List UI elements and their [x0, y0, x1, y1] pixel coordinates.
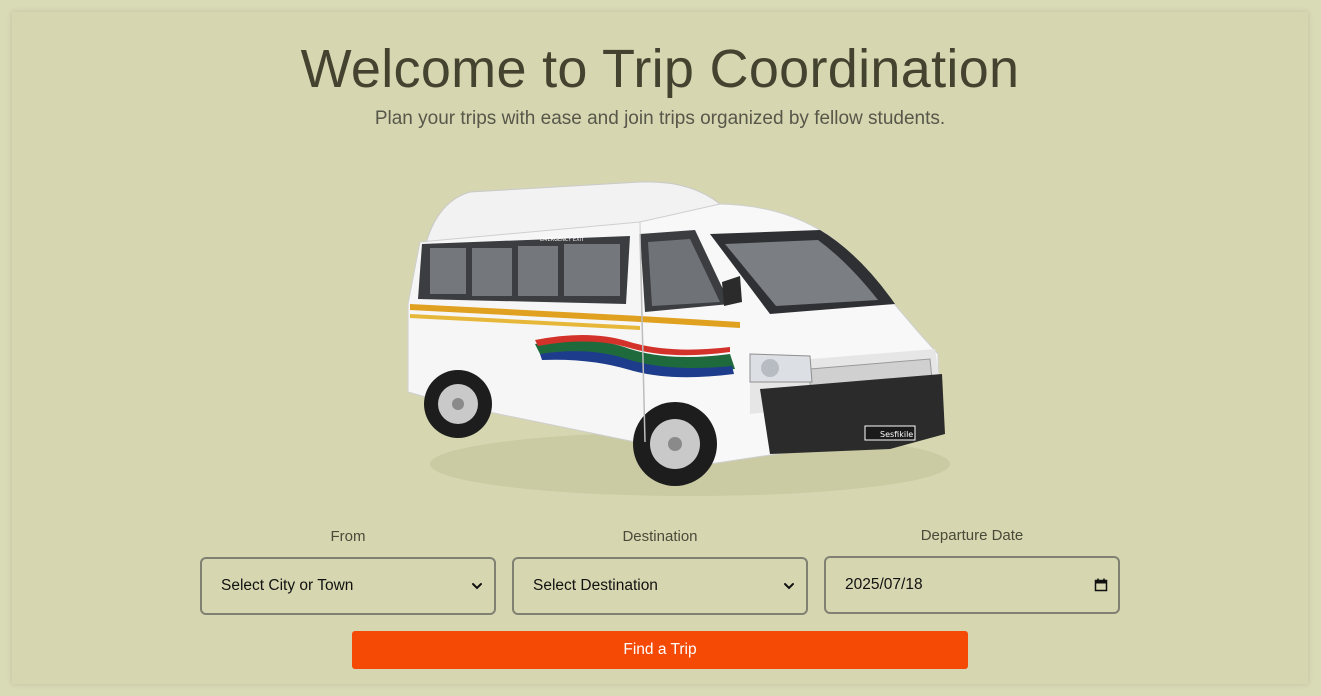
from-label: From — [330, 528, 366, 545]
page-title: Welcome to Trip Coordination — [300, 39, 1020, 99]
destination-select[interactable]: Select Destination — [512, 557, 808, 615]
from-select[interactable]: Select City or Town — [200, 557, 496, 615]
departure-date-label: Departure Date — [920, 527, 1024, 544]
chevron-down-icon — [784, 583, 794, 590]
page-subtitle: Plan your trips with ease and join trips… — [374, 108, 946, 129]
departure-date-input[interactable]: 2025/07/18 — [824, 556, 1120, 614]
main-card: Welcome to Trip Coordination Plan your t… — [12, 12, 1308, 684]
minibus-image: EMERGENCY EXIT Sesfikile — [407, 181, 950, 496]
find-trip-button[interactable]: Find a Trip — [352, 631, 968, 669]
departure-date-value: 2025/07/18 — [845, 576, 923, 593]
calendar-icon[interactable] — [1094, 578, 1108, 592]
number-plate-text: Sesfikile — [880, 430, 913, 439]
destination-select-value: Select Destination — [533, 577, 658, 594]
chevron-down-icon — [472, 583, 482, 590]
destination-label: Destination — [622, 528, 698, 545]
from-select-value: Select City or Town — [221, 577, 354, 594]
emergency-exit-text: EMERGENCY EXIT — [540, 237, 585, 243]
